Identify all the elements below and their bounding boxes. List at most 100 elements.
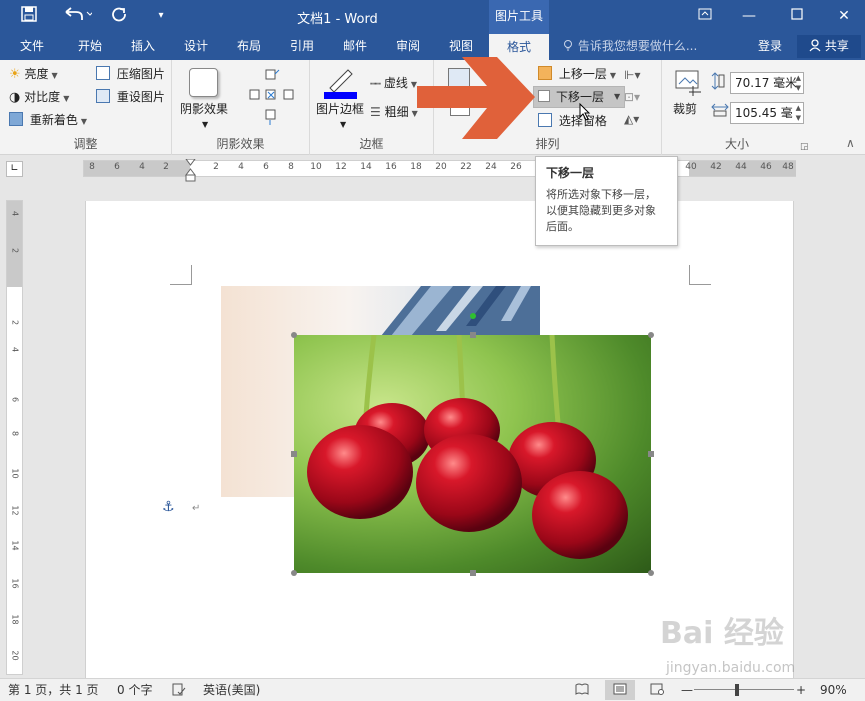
resize-handle[interactable] <box>291 332 297 338</box>
tab-selector-icon[interactable]: ∟ <box>6 161 23 177</box>
language-indicator[interactable]: 英语(美国) <box>203 682 260 699</box>
tab-home[interactable]: 开始 <box>66 33 114 60</box>
horizontal-ruler[interactable]: 8 6 4 2 2 4 6 8 10 12 14 16 18 20 22 24 … <box>83 158 796 182</box>
zoom-in-button[interactable]: + <box>796 682 806 699</box>
crop-icon[interactable] <box>673 68 703 101</box>
ruler-tick: 18 <box>410 162 422 172</box>
compress-icon <box>96 66 110 80</box>
ruler-tick: 14 <box>10 540 20 551</box>
page-count[interactable]: 第 1 页，共 1 页 <box>8 682 99 699</box>
resize-handle[interactable] <box>291 451 297 457</box>
picture-border-icon[interactable] <box>324 68 358 103</box>
web-layout-icon[interactable] <box>650 682 664 699</box>
bring-forward-icon <box>538 66 552 80</box>
group-objects-icon[interactable]: ⊡▾ <box>624 90 640 104</box>
weight-button[interactable]: ☰ 粗细 ▼ <box>370 103 418 123</box>
tab-layout[interactable]: 布局 <box>225 33 273 60</box>
shadow-effects-icon[interactable] <box>189 68 218 97</box>
selection-pane-button[interactable]: 选择窗格 <box>538 112 607 130</box>
tab-references[interactable]: 引用 <box>278 33 326 60</box>
tell-me-search[interactable]: 告诉我您想要做什么... <box>562 33 697 60</box>
resize-handle[interactable] <box>648 451 654 457</box>
vertical-ruler[interactable]: 4 2 2 4 6 8 10 12 14 16 18 20 <box>6 200 23 675</box>
bring-forward-button[interactable]: 上移一层 ▼ <box>538 65 616 85</box>
tab-insert[interactable]: 插入 <box>119 33 167 60</box>
wrap-text-icon[interactable] <box>450 100 470 116</box>
resize-handle[interactable] <box>648 332 654 338</box>
tab-design[interactable]: 设计 <box>172 33 220 60</box>
resize-handle[interactable] <box>470 570 476 576</box>
ruler-tick: 8 <box>10 430 20 437</box>
ruler-tick: 4 <box>238 162 244 172</box>
baidu-watermark-url: jingyan.baidu.com <box>666 660 796 676</box>
tab-format[interactable]: 格式 <box>489 33 549 60</box>
zoom-slider[interactable] <box>694 689 794 690</box>
brightness-button[interactable]: ☀ 亮度 ▼ <box>9 65 58 85</box>
maximize-icon[interactable] <box>775 0 819 33</box>
ruler-tick: 4 <box>10 210 20 217</box>
collapse-ribbon-icon[interactable]: ∧ <box>846 136 855 150</box>
tab-file[interactable]: 文件 <box>8 33 56 60</box>
send-backward-dropdown-icon[interactable]: ▼ <box>614 88 620 106</box>
border-dropdown-icon[interactable]: ▼ <box>340 116 346 134</box>
tab-review[interactable]: 审阅 <box>384 33 432 60</box>
picture-tools-label: 图片工具 <box>489 0 549 33</box>
size-dialog-launcher-icon[interactable]: ◲ <box>800 142 809 152</box>
zoom-slider-thumb[interactable] <box>735 684 739 696</box>
group-label-arrange: 排列 <box>535 137 560 151</box>
ruler-tick: 8 <box>288 162 294 172</box>
group-label-adjust: 调整 <box>73 137 98 151</box>
resize-handle[interactable] <box>648 570 654 576</box>
rotate-icon[interactable]: ◭▾ <box>624 112 639 126</box>
resize-handle[interactable] <box>291 570 297 576</box>
login-link[interactable]: 登录 <box>758 33 782 60</box>
paragraph-mark-icon: ↵ <box>192 503 201 514</box>
close-icon[interactable]: ✕ <box>822 0 865 33</box>
contrast-icon: ◑ <box>9 90 21 105</box>
width-spinner-icon[interactable]: ▲ ▼ <box>796 103 801 123</box>
compress-pictures-button[interactable]: 压缩图片 <box>96 65 165 83</box>
group-border: 图片边框 ▼ ┅┅ 虚线 ▼ ☰ 粗细 ▼ 边框 <box>310 60 434 155</box>
tab-view[interactable]: 视图 <box>437 33 485 60</box>
ruler-tick: 42 <box>710 162 722 172</box>
tab-mailings[interactable]: 邮件 <box>331 33 379 60</box>
reset-picture-button[interactable]: 重设图片 <box>96 88 165 106</box>
share-button[interactable]: 共享 <box>797 35 861 58</box>
shadow-nudge-icons[interactable] <box>248 68 298 131</box>
contrast-button[interactable]: ◑ 对比度 ▼ <box>9 88 69 108</box>
cherry-picture[interactable] <box>294 335 651 573</box>
position-icon[interactable] <box>448 68 470 90</box>
height-spinner-icon[interactable]: ▲ ▼ <box>796 73 801 93</box>
send-backward-icon <box>538 90 550 102</box>
zoom-out-button[interactable]: — <box>681 682 693 699</box>
print-layout-icon[interactable] <box>605 680 635 700</box>
ruler-tick: 6 <box>263 162 269 172</box>
ruler-tick: 18 <box>10 614 20 625</box>
shadow-dropdown-icon[interactable]: ▼ <box>202 116 208 134</box>
ribbon-display-icon[interactable] <box>683 0 727 33</box>
read-mode-icon[interactable] <box>575 682 589 699</box>
ruler-tick: 20 <box>435 162 447 172</box>
crop-button[interactable]: 裁剪 <box>673 100 697 118</box>
ruler-tick: 20 <box>10 650 20 661</box>
resize-handle[interactable] <box>470 332 476 338</box>
ruler-tick: 12 <box>10 505 20 516</box>
group-size: 裁剪 70.17 毫米 ▲ ▼ 105.45 毫 ▲ ▼ 大小 ◲ <box>662 60 812 155</box>
width-input[interactable]: 105.45 毫 ▲ ▼ <box>730 102 804 124</box>
ruler-tick: 46 <box>760 162 772 172</box>
proofing-icon[interactable] <box>172 682 186 699</box>
align-icon[interactable]: ⊩▾ <box>624 68 640 82</box>
dashes-button[interactable]: ┅┅ 虚线 ▼ <box>370 74 417 94</box>
word-count[interactable]: 0 个字 <box>117 682 152 699</box>
ruler-tick: 16 <box>385 162 397 172</box>
rotate-handle[interactable] <box>470 313 476 319</box>
minimize-icon[interactable]: — <box>727 0 771 33</box>
indent-marker-icon[interactable] <box>185 158 196 186</box>
zoom-level[interactable]: 90% <box>820 682 847 699</box>
ruler-tick: 26 <box>510 162 522 172</box>
recolor-button[interactable]: 重新着色 ▼ <box>9 111 87 131</box>
height-input[interactable]: 70.17 毫米 ▲ ▼ <box>730 72 804 94</box>
baidu-watermark-logo: Bai 经验 <box>660 616 784 651</box>
title-bar: ▾ 文档1 - Word 图片工具 — ✕ <box>0 0 865 33</box>
tooltip-description: 将所选对象下移一层， 以便其隐藏到更多对象 后面。 <box>546 188 656 233</box>
